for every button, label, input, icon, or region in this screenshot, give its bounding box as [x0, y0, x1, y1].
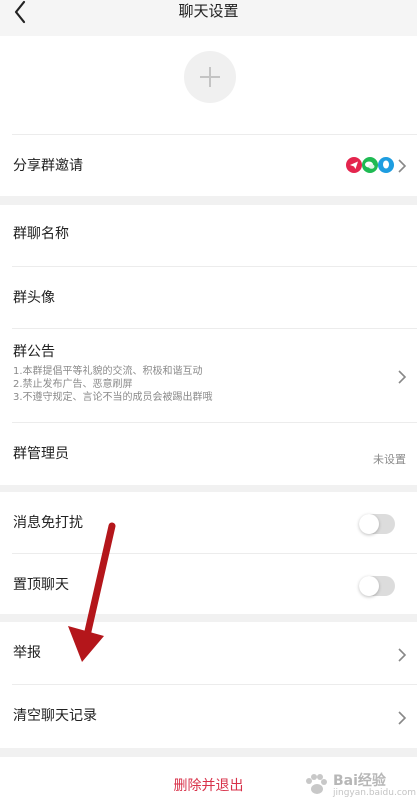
- group-avatar-row[interactable]: 群头像: [0, 267, 417, 328]
- pin-chat-toggle[interactable]: [359, 576, 395, 596]
- paw-logo-icon: [306, 774, 327, 794]
- group-admin-row[interactable]: 群管理员 未设置: [0, 423, 417, 485]
- group-notice-label: 群公告: [13, 344, 55, 360]
- clear-history-row[interactable]: 清空聊天记录: [0, 685, 417, 748]
- baidu-jingyan-watermark: Bai经验 jingyan.baidu.com: [297, 768, 416, 804]
- clear-history-label: 清空聊天记录: [13, 708, 97, 724]
- notice-line: 3.不遵守规定、言论不当的成员会被踢出群哦: [13, 392, 213, 403]
- notice-line: 1.本群提倡平等礼貌的交流、积极和谐互动: [13, 366, 203, 377]
- group-notice-row[interactable]: 群公告 1.本群提倡平等礼貌的交流、积极和谐互动 2.禁止发布广告、恶意刷屏 3…: [0, 329, 417, 422]
- chevron-right-icon: [398, 648, 407, 662]
- telegram-share-icon[interactable]: [346, 157, 362, 173]
- group-name-row[interactable]: 群聊名称: [0, 205, 417, 266]
- mute-toggle[interactable]: [359, 514, 395, 534]
- group-admin-value: 未设置: [373, 453, 406, 466]
- group-avatar-label: 群头像: [13, 290, 55, 306]
- notice-line: 2.禁止发布广告、恶意刷屏: [13, 379, 133, 390]
- toggle-knob: [359, 576, 379, 596]
- watermark-url: jingyan.baidu.com: [333, 788, 417, 798]
- share-invite-label: 分享群邀请: [13, 158, 83, 174]
- chevron-right-icon: [398, 711, 407, 725]
- chevron-right-icon: [398, 370, 407, 384]
- top-bar: 聊天设置: [0, 0, 417, 36]
- annotation-arrow-icon: [68, 522, 116, 662]
- chevron-right-icon: [398, 159, 407, 173]
- group-admin-label: 群管理员: [13, 446, 69, 462]
- watermark-brand: Bai经验: [333, 773, 386, 789]
- group-name-label: 群聊名称: [13, 226, 69, 242]
- page-title: 聊天设置: [178, 2, 239, 20]
- report-label: 举报: [13, 645, 41, 661]
- wechat-share-icon[interactable]: [362, 157, 378, 173]
- toggle-knob: [359, 514, 379, 534]
- add-member-button[interactable]: [184, 51, 236, 103]
- group-info-section: 群聊名称 群头像 群公告 1.本群提倡平等礼貌的交流、积极和谐互动 2.禁止发布…: [0, 205, 417, 485]
- qq-share-icon[interactable]: [378, 157, 394, 173]
